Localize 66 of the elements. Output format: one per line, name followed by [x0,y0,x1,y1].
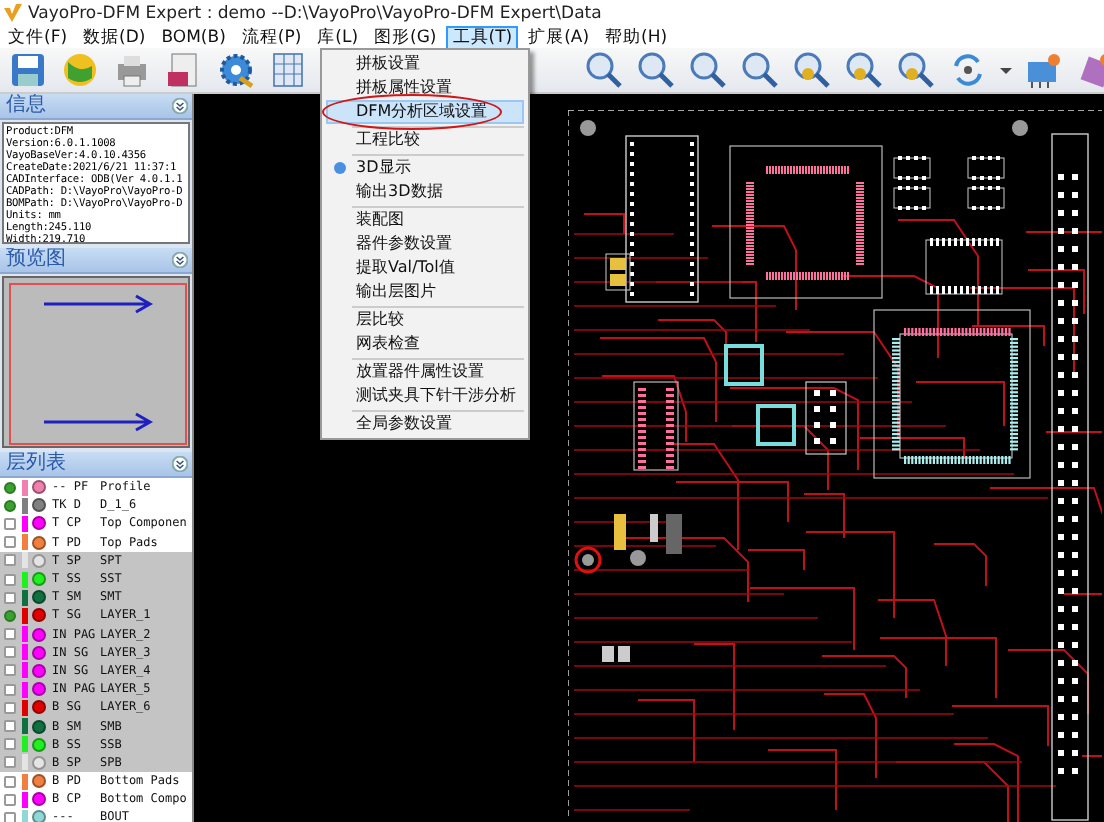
magnifier-icon[interactable] [844,50,884,90]
circuit-board-icon[interactable] [1024,50,1064,90]
gear-icon[interactable] [216,50,256,90]
menu-item[interactable]: 工程比较 [326,128,524,152]
layer-checkbox[interactable] [4,683,16,696]
magnifier-icon[interactable] [792,50,832,90]
grid-document-icon[interactable] [268,50,308,90]
magnifier-icon[interactable] [688,50,728,90]
layer-checkbox[interactable] [4,811,16,822]
menu-item[interactable]: 文件(F) [2,25,74,49]
save-icon[interactable] [8,50,48,90]
menu-item[interactable]: 输出层图片 [326,280,524,304]
menu-item[interactable]: 输出3D数据 [326,180,524,204]
menu-item[interactable]: 拼板设置 [326,52,524,76]
window-title: VayoPro-DFM Expert : demo --D:\VayoPro\VayoPro-DFM Expert\Data [28,3,602,23]
layer-checkbox[interactable] [4,554,16,567]
layer-checkbox[interactable] [4,517,16,530]
layer-checkbox[interactable] [4,591,16,604]
app-logo-icon [4,4,22,22]
menu-item[interactable]: 层比较 [326,308,524,332]
layer-checkbox[interactable] [4,738,16,751]
layer-checkbox[interactable] [4,536,16,549]
menu-item[interactable]: 器件参数设置 [326,232,524,256]
printer-icon[interactable] [112,50,152,90]
rotate-icon[interactable] [948,50,988,90]
menu-item[interactable]: 数据(D) [77,25,152,49]
layer-checkbox[interactable] [4,756,16,769]
menu-item[interactable]: DFM分析区域设置 [326,100,524,124]
menu-item[interactable]: 扩展(A) [522,25,596,49]
collapse-icon[interactable] [172,456,188,472]
menu-item[interactable]: 提取Val/Tol值 [326,256,524,280]
magnifier-icon[interactable] [740,50,780,90]
layer-checkbox[interactable] [4,646,16,659]
panel-title: 层列表 [6,452,66,476]
menu-item[interactable]: 拼板属性设置 [326,76,524,100]
layer-checkbox[interactable] [4,573,16,586]
layer-checkbox[interactable] [4,499,16,512]
menu-item[interactable]: 测试夹具下针干涉分析 [326,384,524,408]
menu-item[interactable]: BOM(B) [155,25,232,49]
menu-item[interactable]: 图形(G) [368,25,443,49]
sphere-icon [334,162,346,174]
collapse-icon[interactable] [172,252,188,268]
menu-item[interactable]: 放置器件属性设置 [326,360,524,384]
layer-checkbox[interactable] [4,609,16,622]
panel-title: 预览图 [6,248,66,272]
magnifier-icon[interactable] [636,50,676,90]
layer-checkbox[interactable] [4,701,16,714]
layer-checkbox[interactable] [4,775,16,788]
layer-checkbox[interactable] [4,628,16,641]
menu-item[interactable]: 装配图 [326,208,524,232]
menu-item[interactable]: 流程(P) [235,25,308,49]
sphere-icon[interactable] [60,50,100,90]
magnifier-icon[interactable] [584,50,624,90]
layer-checkbox[interactable] [4,664,16,677]
layer-checkbox[interactable] [4,720,16,733]
panel-title: 信息 [6,94,46,118]
menu-item[interactable]: 库(L) [311,25,365,49]
layer-checkbox[interactable] [4,793,16,806]
layer-checkbox[interactable] [4,481,16,494]
menu-item[interactable]: 工具(T) [446,25,519,49]
menu-item[interactable]: 3D显示 [326,156,524,180]
menu-item[interactable]: 网表检查 [326,332,524,356]
menu-item[interactable]: 全局参数设置 [326,412,524,436]
menu-item[interactable]: 帮助(H) [599,25,674,49]
magnifier-icon[interactable] [896,50,936,90]
collapse-icon[interactable] [172,98,188,114]
